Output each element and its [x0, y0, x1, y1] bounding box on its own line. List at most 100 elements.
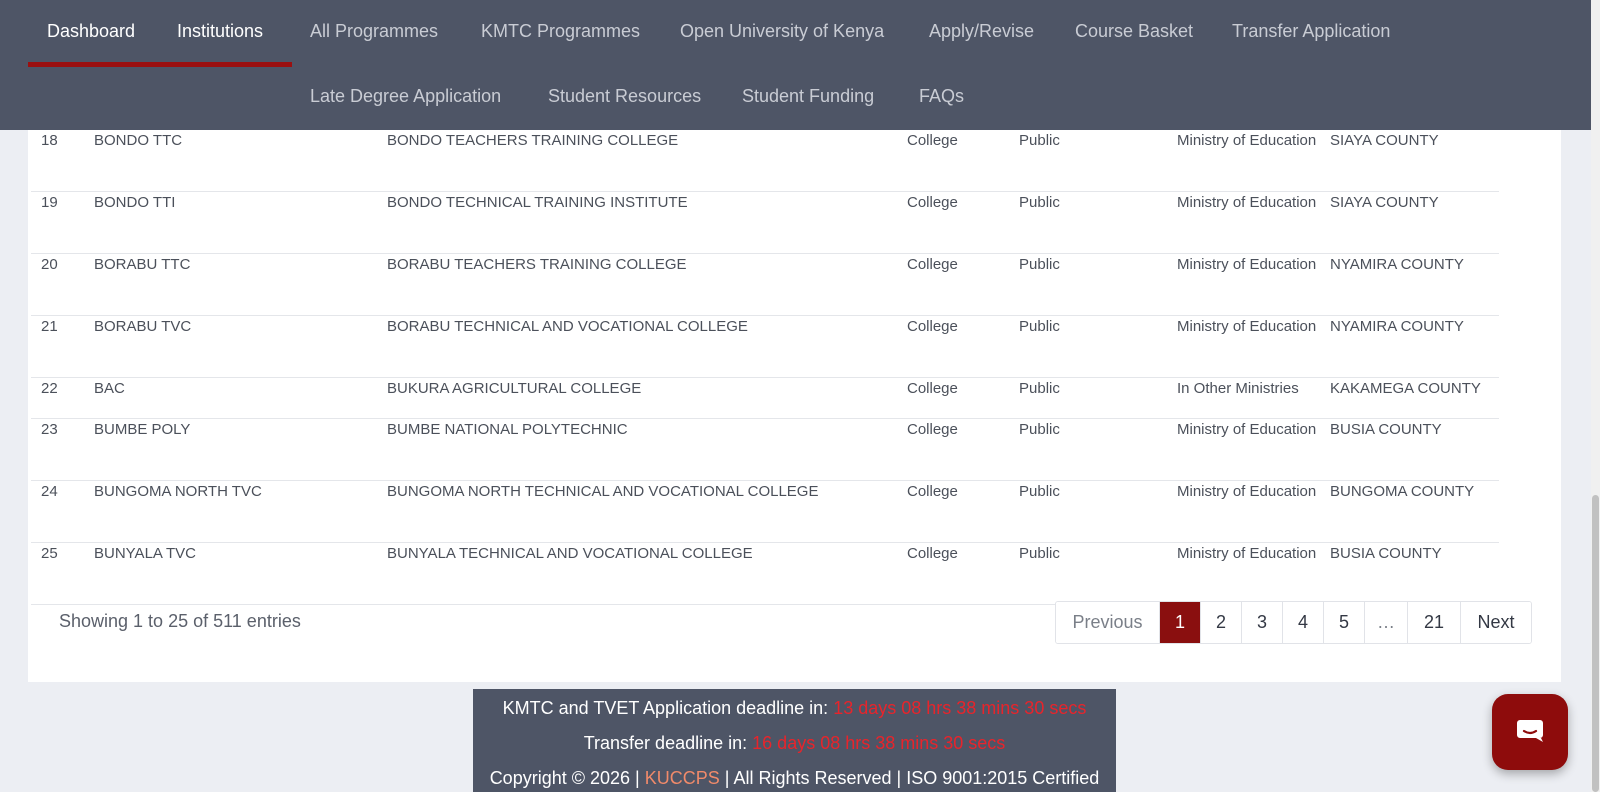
entries-info: Showing 1 to 25 of 511 entries — [59, 611, 301, 631]
cell-county: BUSIA COUNTY — [1330, 418, 1499, 481]
page-4-button[interactable]: 4 — [1283, 602, 1324, 643]
cell-category: Public — [1019, 542, 1177, 605]
nav-apply-revise[interactable]: Apply/Revise — [929, 21, 1034, 42]
table-row: 20 BORABU TTC BORABU TEACHERS TRAINING COL… — [31, 253, 1499, 316]
cell-num: 18 — [31, 130, 94, 192]
cell-num: 25 — [31, 542, 94, 605]
cell-ministry: Ministry of Education — [1177, 191, 1330, 254]
cell-type: College — [907, 191, 1019, 254]
institutions-table: 18 BONDO TTC BONDO TEACHERS TRAINING COLLE… — [31, 130, 1499, 605]
cell-type: College — [907, 418, 1019, 481]
pagination: Previous 1 2 3 4 5 … 21 Next — [1055, 601, 1532, 644]
cell-abbr: BUNGOMA NORTH TVC — [94, 480, 387, 543]
table-row: 21 BORABU TVC BORABU TECHNICAL AND VOCATIO… — [31, 315, 1499, 378]
cell-abbr: BAC — [94, 377, 387, 419]
page-3-button[interactable]: 3 — [1242, 602, 1283, 643]
chat-bubble-icon — [1517, 720, 1543, 742]
cell-num: 21 — [31, 315, 94, 378]
cell-county: BUNGOMA COUNTY — [1330, 480, 1499, 543]
transfer-deadline-label: Transfer deadline in: — [583, 733, 748, 753]
cell-name: BORABU TEACHERS TRAINING COLLEGE — [387, 253, 907, 316]
cell-abbr: BORABU TVC — [94, 315, 387, 378]
cell-abbr: BONDO TTC — [94, 130, 387, 192]
nav-dashboard[interactable]: Dashboard — [47, 21, 135, 42]
cell-ministry: Ministry of Education — [1177, 480, 1330, 543]
page-scrollbar[interactable] — [1591, 0, 1600, 792]
cell-num: 24 — [31, 480, 94, 543]
cell-type: College — [907, 253, 1019, 316]
transfer-countdown: 16 days 08 hrs 38 mins 30 secs — [752, 733, 1006, 753]
active-nav-indicator — [28, 62, 292, 67]
cell-category: Public — [1019, 253, 1177, 316]
kuccps-link[interactable]: KUCCPS — [645, 768, 720, 788]
cell-name: BUMBE NATIONAL POLYTECHNIC — [387, 418, 907, 481]
cell-num: 20 — [31, 253, 94, 316]
cell-county: KAKAMEGA COUNTY — [1330, 377, 1499, 419]
cell-name: BUKURA AGRICULTURAL COLLEGE — [387, 377, 907, 419]
nav-institutions[interactable]: Institutions — [177, 21, 263, 42]
top-navigation: Dashboard Institutions All Programmes KM… — [0, 0, 1591, 130]
copyright-suffix: | All Rights Reserved | ISO 9001:2015 Ce… — [724, 768, 1100, 788]
cell-category: Public — [1019, 191, 1177, 254]
table-row: 22 BAC BUKURA AGRICULTURAL COLLEGE College P… — [31, 377, 1499, 419]
deadline-footer: KMTC and TVET Application deadline in: 1… — [473, 689, 1116, 792]
nav-open-university[interactable]: Open University of Kenya — [680, 21, 884, 42]
scrollbar-thumb[interactable] — [1592, 495, 1599, 792]
cell-county: NYAMIRA COUNTY — [1330, 253, 1499, 316]
cell-ministry: Ministry of Education — [1177, 542, 1330, 605]
chat-button[interactable] — [1492, 694, 1568, 770]
cell-category: Public — [1019, 418, 1177, 481]
cell-name: BUNYALA TECHNICAL AND VOCATIONAL COLLEGE — [387, 542, 907, 605]
cell-type: College — [907, 480, 1019, 543]
transfer-deadline-line: Transfer deadline in: 16 days 08 hrs 38 … — [473, 733, 1116, 754]
cell-category: Public — [1019, 480, 1177, 543]
kmtc-countdown: 13 days 08 hrs 38 mins 30 secs — [833, 698, 1087, 718]
cell-num: 22 — [31, 377, 94, 419]
table-row: 18 BONDO TTC BONDO TEACHERS TRAINING COLLE… — [31, 130, 1499, 192]
pagination-ellipsis: … — [1365, 602, 1408, 643]
cell-county: SIAYA COUNTY — [1330, 130, 1499, 192]
table-row: 24 BUNGOMA NORTH TVC BUNGOMA NORTH TECHNIC… — [31, 480, 1499, 543]
cell-name: BUNGOMA NORTH TECHNICAL AND VOCATIONAL C… — [387, 480, 907, 543]
cell-type: College — [907, 542, 1019, 605]
cell-ministry: Ministry of Education — [1177, 418, 1330, 481]
cell-type: College — [907, 315, 1019, 378]
cell-category: Public — [1019, 315, 1177, 378]
nav-all-programmes[interactable]: All Programmes — [310, 21, 438, 42]
cell-abbr: BORABU TTC — [94, 253, 387, 316]
cell-name: BONDO TEACHERS TRAINING COLLEGE — [387, 130, 907, 192]
page-21-button[interactable]: 21 — [1408, 602, 1461, 643]
cell-name: BORABU TECHNICAL AND VOCATIONAL COLLEGE — [387, 315, 907, 378]
cell-ministry: Ministry of Education — [1177, 130, 1330, 192]
cell-county: BUSIA COUNTY — [1330, 542, 1499, 605]
nav-course-basket[interactable]: Course Basket — [1075, 21, 1193, 42]
nav-late-degree-application[interactable]: Late Degree Application — [310, 86, 501, 107]
copyright-prefix: Copyright © 2026 | — [489, 768, 640, 788]
cell-category: Public — [1019, 130, 1177, 192]
cell-ministry: Ministry of Education — [1177, 315, 1330, 378]
kmtc-deadline-line: KMTC and TVET Application deadline in: 1… — [473, 698, 1116, 719]
page-1-button[interactable]: 1 — [1160, 602, 1201, 643]
table-row: 25 BUNYALA TVC BUNYALA TECHNICAL AND VOCAT… — [31, 542, 1499, 605]
previous-button[interactable]: Previous — [1056, 602, 1160, 643]
nav-student-resources[interactable]: Student Resources — [548, 86, 701, 107]
cell-type: College — [907, 130, 1019, 192]
cell-name: BONDO TECHNICAL TRAINING INSTITUTE — [387, 191, 907, 254]
cell-abbr: BUNYALA TVC — [94, 542, 387, 605]
cell-type: College — [907, 377, 1019, 419]
cell-county: SIAYA COUNTY — [1330, 191, 1499, 254]
cell-abbr: BONDO TTI — [94, 191, 387, 254]
copyright-line: Copyright © 2026 | KUCCPS | All Rights R… — [473, 768, 1116, 789]
cell-abbr: BUMBE POLY — [94, 418, 387, 481]
nav-faqs[interactable]: FAQs — [919, 86, 964, 107]
table-row: 23 BUMBE POLY BUMBE NATIONAL POLYTECHNIC Co… — [31, 418, 1499, 481]
cell-ministry: Ministry of Education — [1177, 253, 1330, 316]
kmtc-deadline-label: KMTC and TVET Application deadline in: — [502, 698, 829, 718]
nav-kmtc-programmes[interactable]: KMTC Programmes — [481, 21, 640, 42]
nav-transfer-application[interactable]: Transfer Application — [1232, 21, 1390, 42]
page-5-button[interactable]: 5 — [1324, 602, 1365, 643]
page-2-button[interactable]: 2 — [1201, 602, 1242, 643]
nav-student-funding[interactable]: Student Funding — [742, 86, 874, 107]
cell-num: 23 — [31, 418, 94, 481]
next-button[interactable]: Next — [1461, 602, 1531, 643]
